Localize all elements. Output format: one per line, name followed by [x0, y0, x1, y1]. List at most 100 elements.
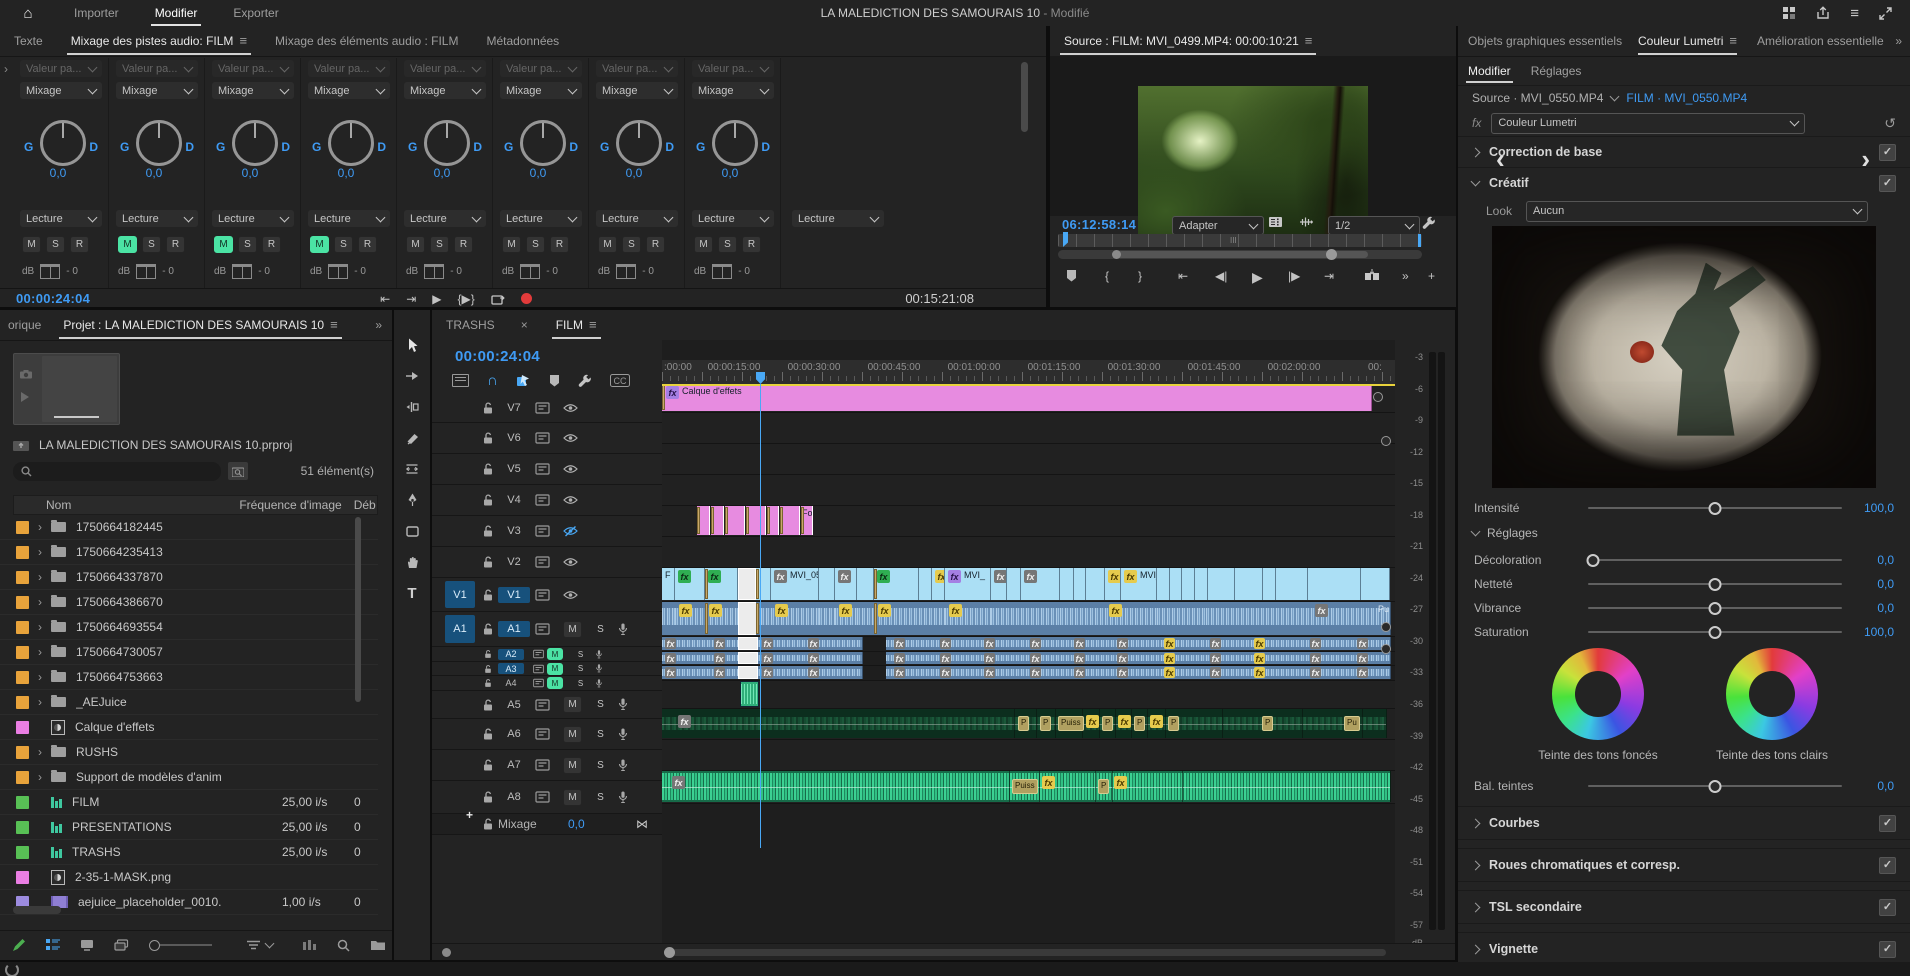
- record-arm-button[interactable]: R: [70, 236, 89, 253]
- lock-icon[interactable]: [483, 818, 493, 830]
- item-name[interactable]: 1750664235413: [76, 545, 163, 559]
- lock-icon[interactable]: [483, 494, 493, 506]
- label-color-chip[interactable]: [16, 621, 29, 634]
- pan-value[interactable]: 0,0: [16, 166, 100, 180]
- label-color-chip[interactable]: [16, 871, 29, 884]
- scrollbar-left-handle[interactable]: [1112, 250, 1121, 259]
- track-header-A4[interactable]: A4MS: [432, 676, 662, 691]
- slider-track[interactable]: [1588, 559, 1842, 561]
- list-view-icon[interactable]: [46, 939, 60, 951]
- lock-icon[interactable]: [483, 432, 493, 444]
- video-clip[interactable]: [1263, 568, 1276, 600]
- project-item-row[interactable]: ›1750664386670: [0, 590, 378, 615]
- track-select-tool[interactable]: [394, 361, 430, 391]
- video-clip[interactable]: fx: [991, 568, 1007, 600]
- gain-badge[interactable]: P: [1262, 716, 1273, 731]
- go-to-in-icon[interactable]: ⇤: [380, 292, 390, 306]
- pan-knob[interactable]: [328, 120, 374, 166]
- loop-icon[interactable]: {▶}: [458, 292, 475, 306]
- slider-value[interactable]: 0,0: [1850, 577, 1894, 591]
- slider-value[interactable]: 0,0: [1850, 553, 1894, 567]
- settings-icon[interactable]: [1268, 216, 1283, 228]
- gain-badge[interactable]: P: [1018, 716, 1029, 731]
- track-name-V5[interactable]: V5: [498, 461, 530, 477]
- meter-bars-icon[interactable]: [303, 940, 317, 950]
- pan-value[interactable]: 0,0: [400, 166, 484, 180]
- solo-button[interactable]: S: [718, 236, 737, 253]
- slider-value[interactable]: 100,0: [1850, 501, 1894, 515]
- video-clip[interactable]: fxMVI_05: [771, 568, 819, 600]
- track-lane-V7[interactable]: fxCalque d'effets: [662, 384, 1395, 413]
- play-icon[interactable]: ▶: [432, 292, 441, 306]
- track-handle-icon[interactable]: [1373, 392, 1383, 402]
- section-header[interactable]: Vignette✓: [1458, 932, 1910, 962]
- voiceover-mic-icon[interactable]: [618, 728, 628, 741]
- track-header-V1[interactable]: V1V1: [432, 578, 662, 612]
- trim-handle[interactable]: [697, 507, 700, 534]
- mixer-tab[interactable]: Mixage des éléments audio : FILM: [261, 26, 472, 56]
- zoom-level-select[interactable]: 1/2: [1328, 216, 1420, 235]
- audio-clip[interactable]: [756, 602, 772, 635]
- item-name[interactable]: RUSHS: [76, 745, 118, 759]
- eye-off-icon[interactable]: [563, 526, 578, 537]
- item-name[interactable]: Support de modèles d'anim: [76, 770, 222, 784]
- mute-button[interactable]: M: [310, 236, 329, 253]
- gain-badge[interactable]: P: [1098, 779, 1109, 794]
- track-lane-A3[interactable]: fxfxfxfxfxfxfxfxfxfxfxfxfxfxfx: [662, 652, 1395, 666]
- section-header[interactable]: Créatif✓: [1458, 167, 1910, 198]
- play-icon[interactable]: ▶: [1252, 269, 1263, 286]
- wrench-icon[interactable]: [1422, 216, 1436, 230]
- automation-select[interactable]: Lecture: [308, 210, 390, 227]
- automation-select[interactable]: Lecture: [212, 210, 294, 227]
- track-header-V7[interactable]: V7: [432, 394, 662, 423]
- trim-handle[interactable]: [711, 507, 714, 534]
- section-checkbox[interactable]: ✓: [1879, 175, 1896, 192]
- track-enable-icon[interactable]: [535, 525, 550, 537]
- section-checkbox[interactable]: ✓: [1879, 857, 1896, 874]
- expand-chevron-icon[interactable]: ›: [29, 620, 51, 634]
- menu-icon[interactable]: ≡: [1850, 5, 1859, 22]
- expand-chevron-icon[interactable]: ›: [29, 670, 51, 684]
- label-color-chip[interactable]: [16, 521, 29, 534]
- trim-handle[interactable]: [756, 569, 759, 599]
- slider-track[interactable]: [1588, 607, 1842, 609]
- project-panel-tab[interactable]: Projet : LA MALEDICTION DES SAMOURAIS 10…: [49, 310, 351, 340]
- selection-tool[interactable]: [394, 330, 430, 360]
- audio-clip[interactable]: [738, 652, 758, 664]
- look-prev-icon[interactable]: ‹: [1496, 144, 1505, 175]
- track-name-A3[interactable]: A3: [498, 663, 524, 674]
- track-name-A7[interactable]: A7: [498, 757, 530, 773]
- track-enable-icon[interactable]: [535, 791, 550, 803]
- item-name[interactable]: aejuice_placeholder_0010.: [78, 895, 221, 909]
- track-name-V6[interactable]: V6: [498, 430, 530, 446]
- pan-value[interactable]: 0,0: [688, 166, 772, 180]
- track-lane-V6[interactable]: [662, 413, 1395, 444]
- item-name[interactable]: FILM: [72, 795, 99, 809]
- header-tab-exporter[interactable]: Exporter: [215, 0, 296, 26]
- track-header-A2[interactable]: A2MS: [432, 647, 662, 662]
- scroll-handle-icon[interactable]: [664, 947, 675, 958]
- add-button-icon[interactable]: +: [1428, 269, 1435, 283]
- track-header-V4[interactable]: V4: [432, 485, 662, 516]
- source-zoom-scrollbar[interactable]: [1058, 250, 1422, 259]
- track-enable-icon[interactable]: [535, 432, 550, 444]
- section-checkbox[interactable]: ✓: [1879, 941, 1896, 958]
- linked-selection-icon[interactable]: [516, 374, 531, 387]
- lock-icon[interactable]: [483, 623, 493, 635]
- mute-button[interactable]: M: [547, 677, 563, 689]
- header-tab-modifier[interactable]: Modifier: [137, 0, 216, 26]
- video-clip[interactable]: [767, 506, 779, 535]
- lumetri-subtab-modifier[interactable]: Modifier: [1458, 57, 1521, 85]
- label-color-chip[interactable]: [16, 696, 29, 709]
- record-icon[interactable]: [521, 293, 532, 304]
- track-lane-A8[interactable]: fxPuissfxPfx: [662, 771, 1395, 804]
- video-clip[interactable]: [746, 506, 766, 535]
- snap-icon[interactable]: ∩: [487, 372, 498, 389]
- video-clip[interactable]: [1086, 568, 1105, 600]
- gain-badge[interactable]: P: [1102, 716, 1113, 731]
- track-header-V6[interactable]: V6: [432, 423, 662, 454]
- nested-sequence-icon[interactable]: [452, 374, 469, 387]
- timeline-hscrollbar[interactable]: [668, 949, 1386, 956]
- project-item-row[interactable]: TRASHS25,00 i/s0: [0, 840, 378, 865]
- lock-icon[interactable]: [485, 679, 492, 687]
